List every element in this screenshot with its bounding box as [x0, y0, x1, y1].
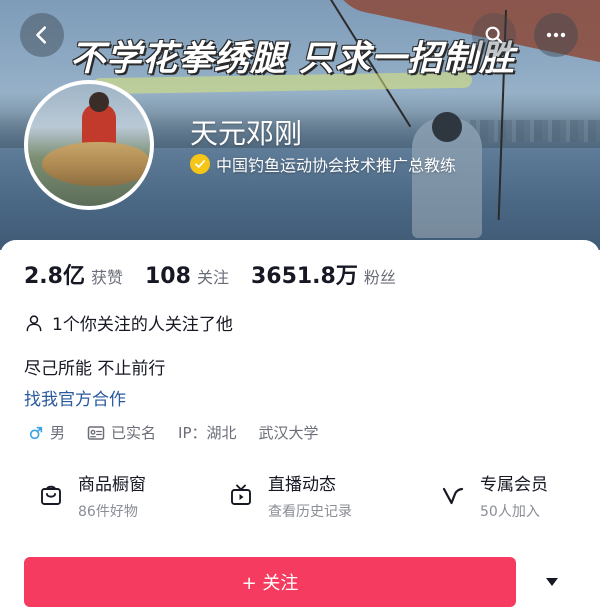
mutual-follow-row[interactable]: 1个你关注的人关注了他: [24, 310, 233, 335]
bio-text: 尽己所能 不止前行: [24, 359, 166, 379]
profile-card: 2.8亿 获赞 108 关注 3651.8万 粉丝 1个你关注的人关注了他 尽己…: [0, 240, 600, 615]
back-button[interactable]: [20, 13, 64, 57]
more-button[interactable]: [534, 13, 578, 57]
live-tv-icon: [228, 482, 254, 508]
live-sub: 查看历史记录: [268, 504, 352, 520]
mutual-follow-text: 1个你关注的人关注了他: [52, 315, 233, 335]
banner-angler-head: [432, 112, 462, 142]
banner-slogan: 不学花拳绣腿 只求一招制胜: [70, 39, 516, 79]
realname-text: 已实名: [111, 424, 157, 442]
school-tag[interactable]: 武汉大学: [259, 422, 319, 443]
male-icon: [29, 426, 43, 439]
avatar-fish: [42, 142, 150, 186]
membership-sub: 50人加入: [480, 504, 540, 520]
avatar[interactable]: [24, 80, 154, 210]
cooperation-link[interactable]: 找我官方合作: [24, 385, 126, 410]
ip-tag: IP：湖北: [178, 422, 236, 443]
verified-badge-icon: [190, 154, 210, 174]
gender-tag: 男: [28, 422, 65, 443]
likes-label: 获赞: [90, 268, 123, 287]
shop-window-sub: 86件好物: [78, 504, 138, 520]
search-icon: [485, 26, 503, 44]
gender-text: 男: [50, 424, 66, 442]
realname-tag: 已实名: [87, 422, 156, 443]
verification-text: 中国钓鱼运动协会技术推广总教练: [216, 156, 457, 175]
school-text: 武汉大学: [258, 424, 319, 442]
shop-window-entry[interactable]: 商品橱窗 86件好物: [38, 470, 146, 521]
membership-icon: [440, 482, 466, 508]
recommend-dropdown-button[interactable]: [540, 570, 564, 594]
profile-tags: 男 已实名 IP：湖北 武汉大学: [28, 422, 341, 443]
avatar-person-head: [89, 92, 109, 112]
follow-button[interactable]: + 关注: [24, 557, 516, 607]
follow-button-label: + 关注: [241, 573, 299, 594]
feature-row: 商品橱窗 86件好物 直播动态 查看历史记录 专属会员 50人加入: [0, 470, 600, 530]
banner-city-skyline: [470, 120, 600, 142]
id-card-icon: [87, 425, 105, 440]
search-button[interactable]: [472, 13, 516, 57]
followers-count[interactable]: 3651.8万: [251, 258, 358, 290]
profile-name: 天元邓刚: [190, 117, 303, 150]
membership-entry[interactable]: 专属会员 50人加入: [440, 470, 548, 521]
live-entry[interactable]: 直播动态 查看历史记录: [228, 470, 352, 521]
membership-title: 专属会员: [480, 475, 548, 495]
stats-row: 2.8亿 获赞 108 关注 3651.8万 粉丝: [24, 258, 418, 290]
following-label[interactable]: 关注: [197, 264, 229, 288]
shop-bag-icon: [38, 482, 64, 508]
person-icon: [26, 314, 42, 331]
more-dots-icon: [546, 32, 566, 38]
caret-down-icon: [546, 578, 558, 586]
likes-count: 2.8亿: [24, 264, 85, 289]
profile-banner: 不学花拳绣腿 只求一招制胜 天元邓刚 中国钓鱼运动协会技术推广总教练: [0, 0, 600, 250]
ip-text: IP：湖北: [178, 424, 237, 442]
following-count[interactable]: 108: [145, 264, 191, 289]
verification-row: 中国钓鱼运动协会技术推广总教练: [190, 152, 456, 176]
chevron-left-icon: [36, 26, 47, 44]
shop-window-title: 商品橱窗: [78, 475, 146, 495]
live-title: 直播动态: [268, 475, 336, 495]
followers-label[interactable]: 粉丝: [364, 264, 396, 288]
